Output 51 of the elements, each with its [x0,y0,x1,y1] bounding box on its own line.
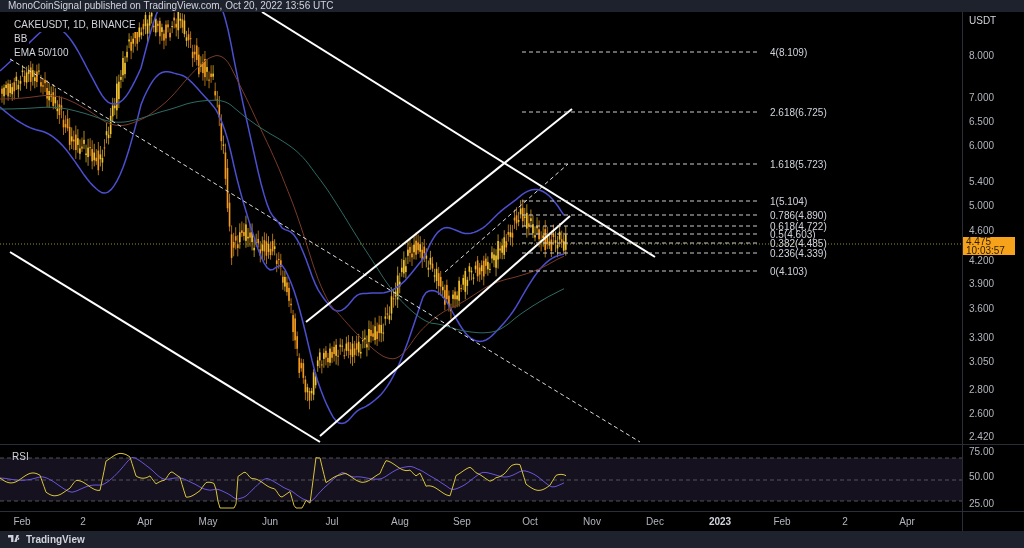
fib-level-label: 0(4.103) [770,266,808,277]
date-label: 2 [841,516,849,527]
brand-name: TradingView [26,533,85,545]
indicator-label: RSI [12,451,29,462]
fib-level-label: 4(8.109) [770,47,808,58]
fib-level-label: 1(5.104) [770,196,808,207]
price-label: 6.500 [969,117,995,127]
candle-countdown: 10:03:57 [966,246,1006,255]
fib-level-label: 0.786(4.890) [770,210,827,221]
date-label: May [197,516,219,527]
price-label: 3.050 [969,357,995,367]
rsi-scale-label: 50.00 [969,472,995,482]
date-label: Oct [521,516,539,527]
fib-level-label: 0.5(4.603) [770,229,816,240]
price-label: 2.600 [969,409,995,419]
price-label: 8.000 [969,51,995,61]
date-label: 2 [79,516,87,527]
date-label: Apr [136,516,154,527]
date-label: Jul [324,516,340,527]
date-label: 2023 [708,516,732,527]
rsi-scale-label: 75.00 [969,447,995,457]
price-label: 3.300 [969,333,995,343]
price-label: 5.000 [969,201,995,211]
indicator-label: BB [12,32,30,46]
currency-unit: USDT [969,15,997,26]
rsi-scale-label: 25.00 [969,499,995,509]
date-label: Sep [452,516,472,527]
date-label: Jun [260,516,280,527]
publisher-caption: MonoCoinSignal published on TradingView.com, Oct 20, 2022 13:56 UTC [0,0,1024,12]
price-label: 2.420 [969,432,995,442]
price-label: 6.000 [969,141,995,151]
price-label: 4.200 [969,256,995,266]
date-label: Nov [582,516,602,527]
fib-level-label: 1.618(5.723) [770,159,827,170]
price-label: 7.000 [969,93,995,103]
date-label: Aug [390,516,410,527]
price-label: 4.600 [969,226,995,236]
fib-level-label: 0.618(4.722) [770,221,827,232]
price-label: 5.400 [969,177,995,187]
price-label: 3.600 [969,304,995,314]
date-label: Feb [772,516,792,527]
price-label: 2.800 [969,385,995,395]
fib-level-label: 0.382(4.485) [770,238,827,249]
indicator-label: EMA 50/100 [12,46,71,60]
fib-level-label: 2.618(6.725) [770,107,827,118]
last-price: 4.475 [966,237,992,246]
indicator-label: CAKEUSDT, 1D, BINANCE [12,18,138,32]
date-label: Apr [898,516,916,527]
price-label: 3.900 [969,279,995,289]
date-label: Feb [12,516,32,527]
date-label: Dec [645,516,665,527]
